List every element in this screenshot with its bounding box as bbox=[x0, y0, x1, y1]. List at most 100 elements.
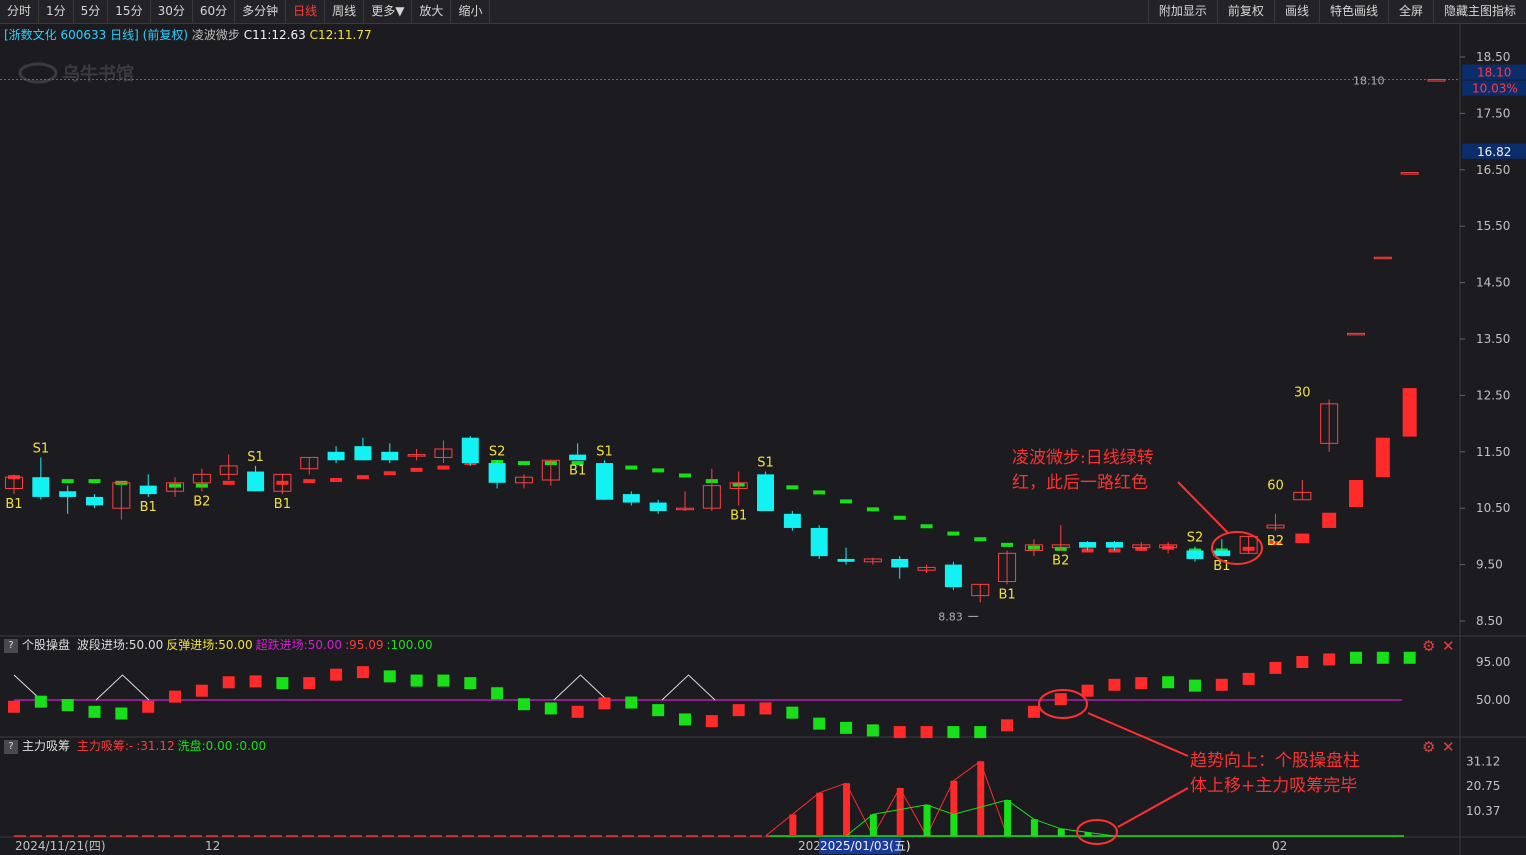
trend-bar bbox=[1375, 437, 1390, 478]
annotation-text: 趋势向上：个股操盘柱 bbox=[1190, 751, 1360, 771]
current-pct: 10.03% bbox=[1472, 82, 1518, 96]
watermark: 乌牛书馆 bbox=[62, 63, 134, 85]
pane3-name: 主力吸筹 bbox=[22, 739, 71, 753]
lbwb-mark bbox=[88, 479, 101, 484]
signal-label: B1 bbox=[274, 497, 291, 512]
candle-body bbox=[1347, 332, 1365, 336]
date-label: 2025/01/03(五) bbox=[820, 839, 911, 853]
pane2-bar bbox=[544, 702, 557, 715]
close-icon[interactable]: ✕ bbox=[1442, 738, 1455, 756]
candle-body bbox=[32, 477, 50, 497]
pane2-bar bbox=[1376, 651, 1389, 664]
pane2-bar bbox=[491, 687, 504, 700]
pane2-bar bbox=[947, 726, 960, 739]
signal-label: S2 bbox=[1187, 531, 1204, 546]
zhuli-bar bbox=[843, 783, 851, 836]
pane2-bar bbox=[1188, 679, 1201, 692]
pane3-tick: 10.37 bbox=[1466, 804, 1500, 818]
lbwb-mark bbox=[679, 473, 691, 478]
gear-icon[interactable]: ⚙ bbox=[1422, 738, 1435, 756]
annotation-arrow bbox=[1087, 712, 1189, 757]
pane2-bar bbox=[571, 705, 584, 718]
pane2-bar bbox=[1081, 684, 1094, 697]
price-tick: 18.50 bbox=[1476, 50, 1510, 64]
xipan-bar bbox=[1057, 828, 1065, 836]
price-tick: 10.50 bbox=[1476, 501, 1510, 515]
candle-body bbox=[488, 463, 506, 483]
annotation-arrow bbox=[1177, 481, 1229, 534]
price-tick: 11.50 bbox=[1476, 445, 1510, 459]
pane2-bar bbox=[786, 706, 799, 719]
signal-label: S2 bbox=[489, 444, 506, 459]
pane2-bar bbox=[1027, 705, 1040, 718]
pane2-bar bbox=[61, 699, 74, 712]
zhuli-bar bbox=[816, 792, 824, 836]
kline-chart[interactable]: 乌牛书馆 18.50 17.50 16.50 15.50 14.50 13.50 12.50 1… bbox=[0, 0, 1526, 855]
candle-body bbox=[1186, 550, 1204, 559]
lbwb-mark bbox=[920, 524, 933, 529]
help-icon[interactable]: ? bbox=[4, 638, 18, 653]
xipan-bar bbox=[1030, 819, 1038, 836]
pane2-bar bbox=[222, 676, 235, 689]
xipan-bar bbox=[950, 814, 958, 836]
zhuli-bar bbox=[977, 761, 985, 836]
indicator-value: 波段进场:50.00 bbox=[76, 638, 164, 652]
signal-label: B1 bbox=[569, 463, 586, 478]
indicator-value: 洗盘:0.00 bbox=[177, 739, 233, 753]
pane3-tick: 31.12 bbox=[1466, 754, 1500, 768]
candle-body bbox=[622, 494, 640, 503]
gear-icon[interactable]: ⚙ bbox=[1422, 637, 1435, 655]
help-icon[interactable]: ? bbox=[4, 739, 18, 754]
low-price-label: 8.83 bbox=[938, 610, 963, 623]
candle-body bbox=[461, 437, 479, 464]
zhuli-bar bbox=[789, 814, 797, 836]
pane2-bar bbox=[1135, 677, 1148, 690]
pane2-bar bbox=[115, 707, 128, 720]
candle-body bbox=[757, 474, 775, 512]
price-tick: 12.50 bbox=[1476, 388, 1510, 402]
indicator-value: :0.00 bbox=[235, 739, 267, 753]
signal-label: S1 bbox=[247, 450, 264, 465]
pane2-bar bbox=[652, 704, 665, 717]
lbwb-mark bbox=[437, 465, 450, 470]
date-label: 12 bbox=[205, 839, 220, 853]
trend-bar bbox=[1295, 533, 1310, 544]
candle-body bbox=[1373, 256, 1392, 260]
lbwb-mark bbox=[652, 468, 665, 473]
price-tick: 8.50 bbox=[1476, 614, 1503, 628]
zhuli-bar bbox=[896, 788, 904, 836]
candle-body bbox=[1105, 542, 1123, 548]
xipan-bar bbox=[869, 814, 877, 836]
lbwb-mark bbox=[517, 461, 530, 466]
candle-body bbox=[381, 451, 399, 461]
close-icon[interactable]: ✕ bbox=[1442, 637, 1455, 655]
lbwb-mark bbox=[330, 478, 343, 482]
lbwb-mark bbox=[893, 515, 906, 520]
annotation-arrow bbox=[1117, 787, 1189, 828]
lbwb-mark bbox=[866, 507, 879, 512]
pane2-bar bbox=[8, 700, 20, 713]
pane2-bar bbox=[598, 697, 611, 710]
lbwb-mark bbox=[1001, 542, 1014, 547]
trend-bar bbox=[1322, 512, 1337, 528]
pane2-bar bbox=[437, 674, 450, 687]
price-tick: 9.50 bbox=[1476, 558, 1503, 572]
pane2-bar bbox=[410, 674, 423, 687]
candle-body bbox=[86, 496, 104, 506]
lbwb-mark bbox=[813, 490, 826, 495]
pane2-bar bbox=[1215, 678, 1228, 691]
lbwb-mark bbox=[383, 471, 396, 476]
pane2-bar bbox=[1296, 656, 1309, 668]
indicator-value: :95.09 bbox=[345, 638, 384, 652]
lbwb-mark bbox=[840, 499, 853, 504]
zhuli-line bbox=[765, 760, 1008, 838]
candle-body bbox=[569, 454, 587, 461]
candle-body bbox=[944, 564, 962, 588]
pane2-bar bbox=[464, 677, 477, 690]
date-label: 02 bbox=[1272, 839, 1287, 853]
price-tick: 14.50 bbox=[1476, 276, 1510, 290]
bubble-label: 30 bbox=[1294, 386, 1311, 401]
candle-body bbox=[595, 463, 613, 500]
pane2-bar bbox=[920, 726, 933, 739]
signal-label: B2 bbox=[1267, 534, 1284, 549]
